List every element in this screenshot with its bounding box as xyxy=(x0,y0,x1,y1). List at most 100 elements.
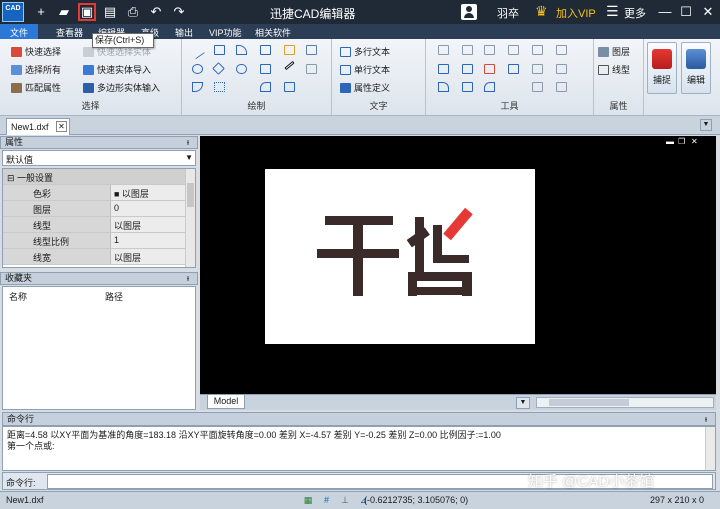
user-icon[interactable] xyxy=(461,4,477,20)
select-all-button[interactable]: 选择所有 xyxy=(11,63,61,76)
more-icon[interactable]: ☰ xyxy=(606,3,619,20)
save-as-icon[interactable]: ▤ xyxy=(101,3,119,21)
curve-icon[interactable] xyxy=(260,82,271,92)
join-vip-link[interactable]: 加入VIP xyxy=(556,5,596,21)
pen-icon[interactable] xyxy=(284,60,295,71)
measure-icon[interactable] xyxy=(532,82,543,92)
fillet-icon[interactable] xyxy=(508,64,519,74)
command-scrollbar[interactable] xyxy=(705,427,715,470)
layer-button[interactable]: 图层 xyxy=(598,45,630,58)
circle-icon[interactable] xyxy=(192,64,203,74)
property-row[interactable]: 图层 0 xyxy=(3,201,186,217)
property-value[interactable]: 以图层 xyxy=(111,249,186,264)
tab-list-dropdown-icon[interactable]: ▼ xyxy=(700,119,712,131)
property-row[interactable]: 线型比例 1 xyxy=(3,233,186,249)
collapse-icon[interactable]: ⊟ xyxy=(7,173,17,183)
snap-toggle-icon[interactable]: ▦ xyxy=(302,494,314,506)
model-tab[interactable]: Model xyxy=(207,395,245,409)
image-icon[interactable] xyxy=(306,64,317,74)
move-icon[interactable] xyxy=(438,45,449,55)
break-icon[interactable] xyxy=(438,82,449,92)
rotate-icon[interactable] xyxy=(484,45,495,55)
more-link[interactable]: 更多 xyxy=(624,5,646,21)
save-icon[interactable]: ▣ xyxy=(78,3,96,21)
mirror-icon[interactable] xyxy=(508,45,519,55)
explode-icon[interactable] xyxy=(556,64,567,74)
copy-icon[interactable] xyxy=(462,45,473,55)
property-value[interactable]: 1 xyxy=(111,233,186,248)
canvas-minimize-icon[interactable]: ▬ xyxy=(666,137,674,146)
join-icon[interactable] xyxy=(462,82,473,92)
pin-icon[interactable]: ᵻ xyxy=(187,137,189,148)
match-properties-button[interactable]: 匹配属性 xyxy=(11,81,61,94)
scale-icon[interactable] xyxy=(532,45,543,55)
edit-button[interactable]: 编辑 xyxy=(681,42,711,94)
single-line-text-button[interactable]: 单行文本 xyxy=(340,63,390,76)
stretch-icon[interactable] xyxy=(484,82,495,92)
ellipse-icon[interactable] xyxy=(236,64,247,74)
close-tab-icon[interactable]: ✕ xyxy=(56,121,67,132)
user-name[interactable]: 羽卒 xyxy=(497,5,519,21)
print-icon[interactable]: ⎙ xyxy=(124,3,142,21)
multiline-text-button[interactable]: 多行文本 xyxy=(340,45,390,58)
scrollbar-thumb[interactable] xyxy=(187,183,194,207)
extend-icon[interactable] xyxy=(462,64,473,74)
property-value[interactable]: 以图层 xyxy=(111,217,186,232)
menu-file[interactable]: 文件 xyxy=(0,24,39,39)
menu-output[interactable]: 输出 xyxy=(175,26,193,39)
attribute-definition-button[interactable]: 属性定义 xyxy=(340,81,390,94)
document-tab[interactable]: New1.dxf ✕ xyxy=(6,118,70,135)
property-row[interactable]: 色彩 ■ 以图层 xyxy=(3,185,186,201)
canvas-restore-icon[interactable]: ❐ xyxy=(678,137,685,146)
array-icon[interactable] xyxy=(556,45,567,55)
property-value[interactable]: ■ 以图层 xyxy=(111,185,186,200)
drawing-canvas[interactable]: ▬ ❐ ✕ 干货 xyxy=(200,136,716,394)
line-icon[interactable] xyxy=(190,44,205,60)
undo-icon[interactable]: ↶ xyxy=(147,3,165,21)
grid-toggle-icon[interactable]: # xyxy=(321,494,333,506)
offset-icon[interactable] xyxy=(484,64,495,74)
redo-icon[interactable]: ↷ xyxy=(170,3,188,21)
minimize-button[interactable]: — xyxy=(655,2,675,22)
polygon-icon[interactable] xyxy=(212,62,225,75)
close-button[interactable]: ✕ xyxy=(698,2,718,22)
open-folder-icon[interactable]: ▰ xyxy=(55,3,73,21)
polygon-entity-input-button[interactable]: 多边形实体输入 xyxy=(83,81,160,94)
polyline-icon[interactable] xyxy=(236,45,247,55)
chamfer-icon[interactable] xyxy=(532,64,543,74)
properties-scrollbar[interactable] xyxy=(185,169,195,267)
pin-icon[interactable]: ᵻ xyxy=(187,273,189,284)
property-value[interactable]: 0 xyxy=(111,201,186,216)
spline-icon[interactable] xyxy=(260,45,271,55)
canvas-horizontal-scrollbar[interactable] xyxy=(536,397,714,408)
new-file-icon[interactable]: + xyxy=(32,3,50,21)
favorites-column-name[interactable]: 名称 xyxy=(9,290,27,303)
snap-button[interactable]: 捕捉 xyxy=(647,42,677,94)
canvas-close-icon[interactable]: ✕ xyxy=(691,137,698,146)
menu-related-software[interactable]: 相关软件 xyxy=(255,26,291,39)
ortho-toggle-icon[interactable]: ⊥ xyxy=(339,494,351,506)
table-icon[interactable] xyxy=(284,82,295,92)
erase-icon[interactable] xyxy=(556,82,567,92)
arc-icon[interactable] xyxy=(192,82,203,92)
quick-select-button[interactable]: 快速选择 xyxy=(11,45,61,58)
properties-object-select[interactable]: 默认值 ▼ xyxy=(2,150,196,166)
crown-icon[interactable]: ♛ xyxy=(535,3,548,20)
quick-entity-import-button[interactable]: 快速实体导入 xyxy=(83,63,151,76)
scrollbar-thumb[interactable] xyxy=(549,399,629,406)
linetype-button[interactable]: 线型 xyxy=(598,63,630,76)
property-row[interactable]: 线型 以图层 xyxy=(3,217,186,233)
maximize-button[interactable]: ☐ xyxy=(676,2,696,22)
trim-icon[interactable] xyxy=(438,64,449,74)
point-icon[interactable] xyxy=(260,64,271,74)
rectangle-icon[interactable] xyxy=(214,45,225,55)
property-row[interactable]: 线宽 以图层 xyxy=(3,249,186,265)
favorites-column-path[interactable]: 路径 xyxy=(105,290,123,303)
menu-vip[interactable]: VIP功能 xyxy=(209,26,242,39)
block-icon[interactable] xyxy=(306,45,317,55)
menu-viewer[interactable]: 查看器 xyxy=(56,26,83,39)
pin-icon[interactable]: ᵻ xyxy=(705,413,707,425)
layout-dropdown-icon[interactable]: ▼ xyxy=(516,397,530,409)
hatch-icon[interactable] xyxy=(284,45,295,55)
property-category-row[interactable]: ⊟ 一般设置 xyxy=(3,169,186,185)
